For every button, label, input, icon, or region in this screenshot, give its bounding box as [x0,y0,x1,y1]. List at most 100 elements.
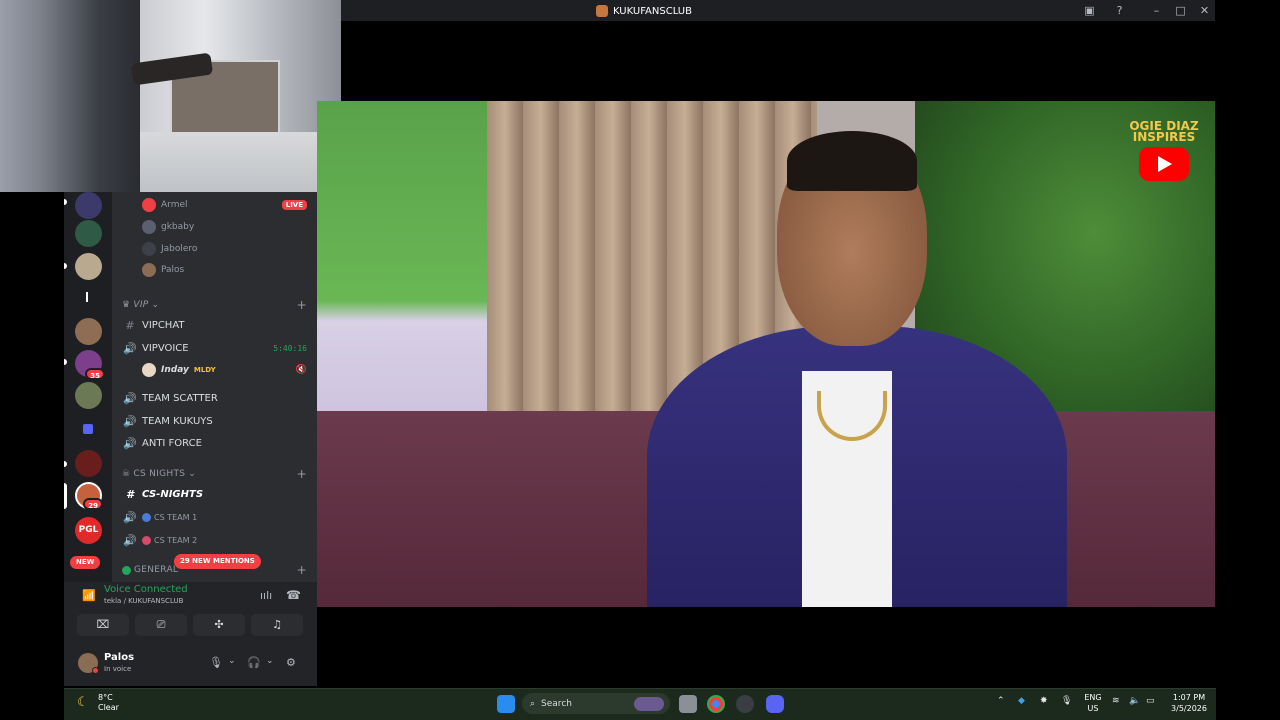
volume-icon[interactable]: 🔈 [1129,696,1140,706]
add-channel-icon[interactable]: + [297,467,307,481]
weather-widget[interactable]: 8°C Clear [98,693,119,713]
taskbar-search[interactable]: ⌕ Search [522,693,670,714]
voice-user[interactable]: Inday MLDY 🔇 [142,361,307,379]
category-label: VIP [133,300,149,310]
hash-icon: # [125,318,135,332]
tray-app-icon[interactable]: ✸ [1040,696,1048,706]
settings-gear-icon[interactable]: ⚙ [286,656,296,669]
server-icon-active[interactable]: 29 [75,482,103,510]
server-icon[interactable] [75,220,102,247]
youtube-brand: OGIE DIAZ INSPIRES [1129,120,1199,181]
channel-label: ANTI FORCE [142,437,202,449]
channel-label: VIPCHAT [142,319,185,331]
server-icon-pgl[interactable]: PGL [75,517,102,544]
discord-icon[interactable] [766,695,784,713]
crown-icon: ♛ [122,300,131,310]
chevron-up-icon[interactable]: ⌃ [997,696,1005,706]
server-icon[interactable] [75,450,102,477]
new-mentions-pill[interactable]: 29 NEW MENTIONS [174,554,261,569]
channel-label: TEAM KUKUYS [142,415,213,427]
folder-divider [86,292,88,302]
camera-button[interactable]: ⌧ [77,614,129,636]
add-channel-icon[interactable]: + [297,298,307,312]
user-status: In voice [104,665,132,673]
channel-team-scatter[interactable]: 🔊 TEAM SCATTER [122,388,307,408]
close-icon[interactable]: ✕ [1198,4,1211,17]
voice-user[interactable]: Palos [142,261,184,279]
battery-icon[interactable]: ▭ [1146,696,1155,706]
avatar [142,220,156,234]
activities-button[interactable]: ✣ [193,614,245,636]
screen-share-icon[interactable]: ▣ [1083,4,1096,17]
wifi-icon[interactable]: ≋ [1112,696,1120,706]
voice-user-name: Jabolero [161,244,198,254]
language-indicator[interactable]: ENG US [1083,692,1103,714]
server-rail: 35 29 PGL [64,192,112,582]
microphone-icon[interactable]: 🎙 [1061,696,1072,706]
server-icon[interactable] [75,253,102,280]
brand-line-2: INSPIRES [1132,130,1196,144]
voice-status[interactable]: Voice Connected [104,584,188,595]
headphones-icon[interactable]: 🎧 [247,656,261,669]
voice-user[interactable]: gkbaby [142,218,194,236]
moon-icon[interactable]: ☾ [77,695,89,710]
activities-icon: ✣ [214,618,224,631]
chevron-down-icon[interactable]: ⌄ [266,656,274,666]
speaker-icon: 🔊 [123,341,137,355]
webcam-floor [140,132,341,192]
file-explorer-icon[interactable] [679,695,697,713]
channel-label: CS TEAM 2 [154,535,198,545]
soundboard-button[interactable]: ♫ [251,614,303,636]
screen-share-button[interactable]: ⎚ [135,614,187,636]
tray-app-icon[interactable]: ◆ [1018,696,1025,706]
user-name[interactable]: Palos [104,652,134,663]
muted-icon: 🔇 [295,365,307,375]
voice-timer: 5:40:16 [273,343,307,353]
signal-icon[interactable]: 📶 [82,589,96,602]
status-dot [92,667,99,674]
new-badge[interactable]: NEW [70,556,101,569]
app-icon[interactable] [736,695,754,713]
channel-cs-nights[interactable]: # CS-NIGHTS [122,484,307,504]
stream-video[interactable]: OGIE DIAZ INSPIRES [317,101,1215,607]
search-label: Search [541,698,572,709]
weather-temp: 8°C [98,693,113,702]
speaker-icon: 🔊 [123,414,137,428]
disconnect-icon[interactable]: ☎ [286,588,301,602]
noise-suppression-icon[interactable]: ıılı [260,589,272,602]
category-cs-nights[interactable]: ☠ CS NIGHTS ⌄ + [122,467,307,481]
selected-pill [64,483,67,509]
channel-cs-team-2[interactable]: 🔊 CS TEAM 2 [122,530,307,550]
windows-start-icon[interactable] [497,695,515,713]
channel-cs-team-1[interactable]: 🔊 CS TEAM 1 [122,507,307,527]
channel-team-kukuys[interactable]: 🔊 TEAM KUKUYS [122,411,307,431]
youtube-play-icon [1139,147,1189,181]
microphone-icon[interactable]: 🎙 [209,656,223,669]
server-icon[interactable] [75,318,102,345]
weather-desc: Clear [98,703,119,712]
taskbar-clock[interactable]: 1:07 PM 3/5/2026 [1170,692,1208,714]
channel-anti-force[interactable]: 🔊 ANTI FORCE [122,433,307,453]
chrome-icon[interactable] [707,695,725,713]
folder-icon[interactable] [83,424,93,434]
voice-user[interactable]: Jabolero [142,240,197,258]
maximize-icon[interactable]: □ [1174,4,1187,17]
voice-user[interactable]: Armel LIVE [142,196,307,214]
category-vip[interactable]: ♛ VIP ⌄ + [122,298,307,312]
channel-vipvoice[interactable]: 🔊 VIPVOICE 5:40:16 [122,338,307,358]
server-icon[interactable] [75,192,102,219]
skull-icon: ☠ [122,469,131,479]
clock-date: 3/5/2026 [1171,704,1207,713]
server-icon[interactable]: 35 [75,350,105,380]
live-badge: LIVE [281,200,307,210]
minimize-icon[interactable]: – [1150,4,1163,17]
channel-label: TEAM SCATTER [142,392,218,404]
voice-channel[interactable]: tekla / KUKUFANSCLUB [104,597,183,605]
speaker-icon: 🔊 [123,533,137,547]
blue-dot-icon [142,512,151,522]
chevron-down-icon[interactable]: ⌄ [228,656,236,666]
add-channel-icon[interactable]: + [297,563,307,577]
help-icon[interactable]: ? [1113,4,1126,17]
server-icon[interactable] [75,382,102,409]
channel-vipchat[interactable]: # VIPCHAT [122,315,307,335]
